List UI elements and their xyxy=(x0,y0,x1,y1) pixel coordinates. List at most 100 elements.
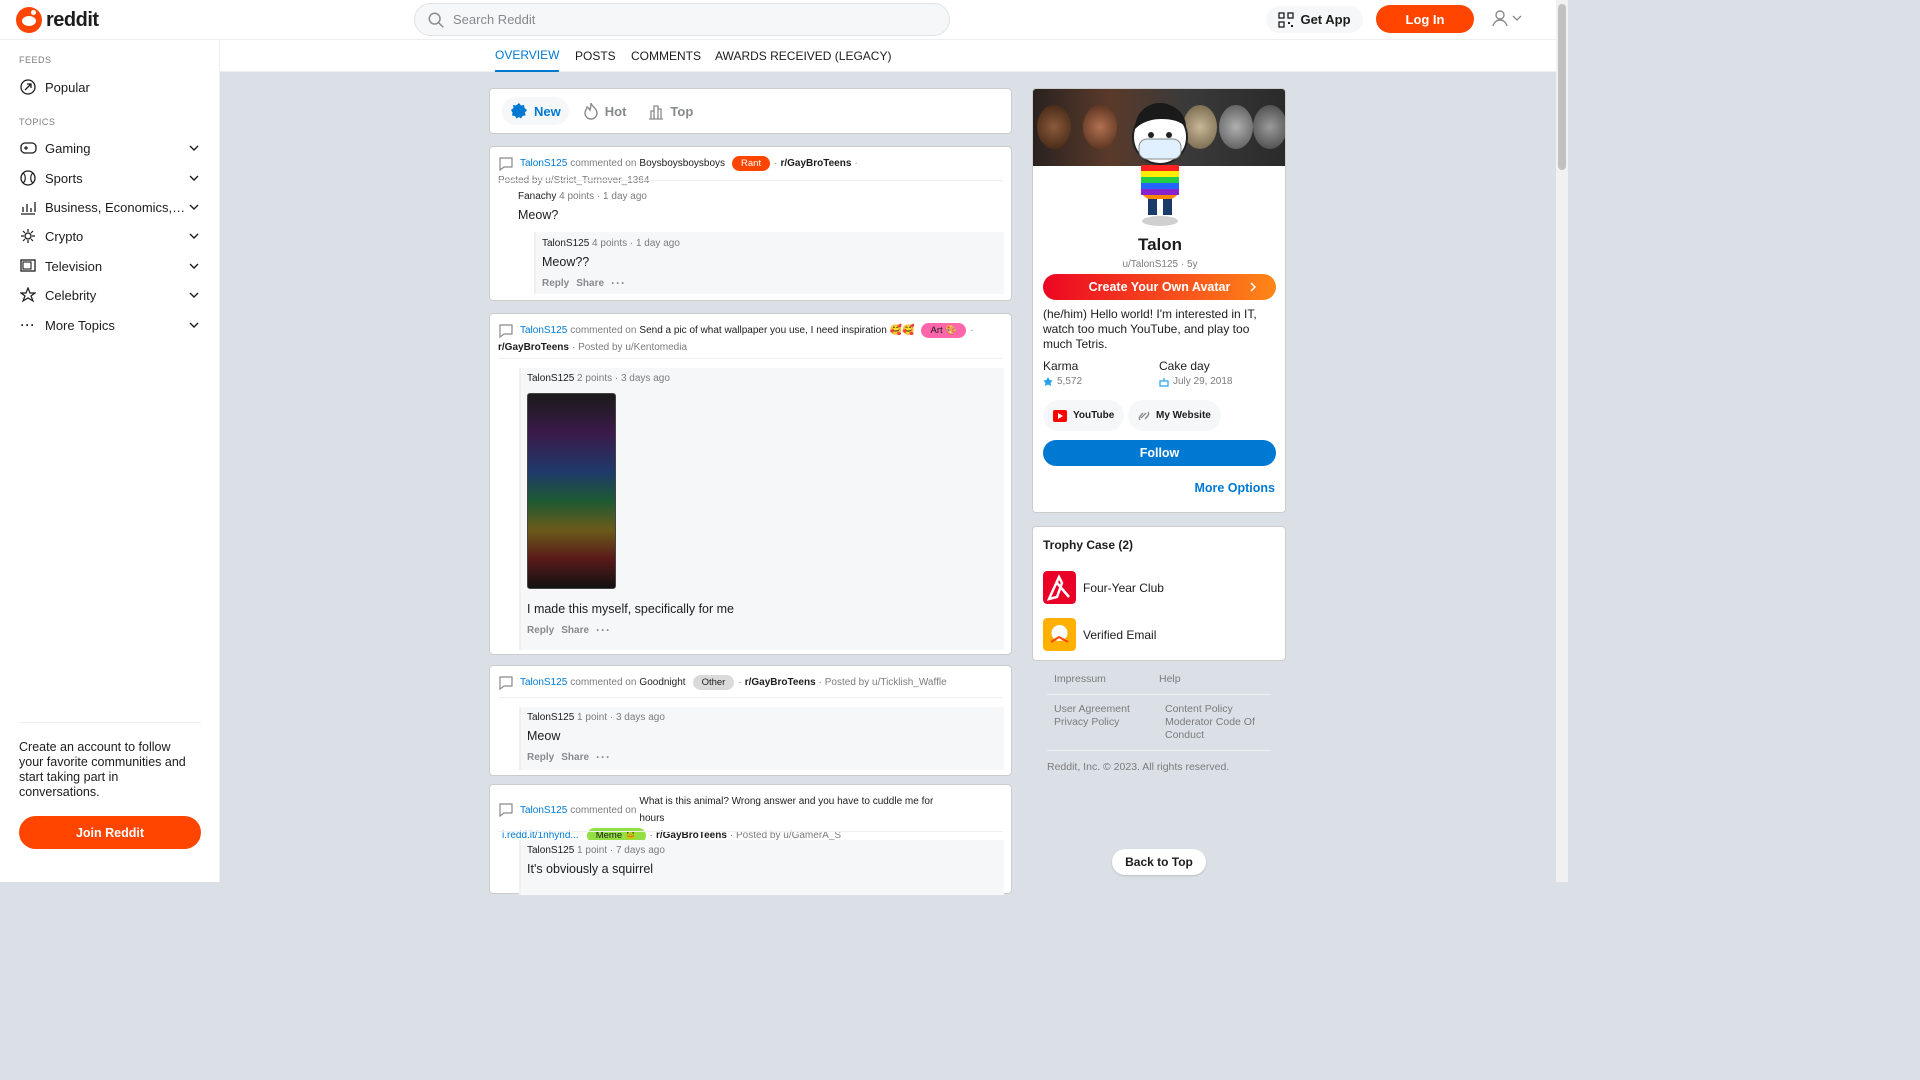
chevron-down-icon xyxy=(189,292,199,298)
card-header: TalonS125 commented on Goodnight Other ·… xyxy=(498,674,1003,691)
comment-card[interactable]: TalonS125 commented on Goodnight Other ·… xyxy=(489,665,1012,776)
youtube-link-button[interactable]: YouTube xyxy=(1043,400,1125,431)
trophy-item[interactable]: Four-Year Club xyxy=(1043,571,1164,604)
share-button[interactable]: Share xyxy=(561,752,589,763)
post-title-link[interactable]: Send a pic of what wallpaper you use, I … xyxy=(639,322,914,339)
sidebar-item-television[interactable]: Television xyxy=(19,254,201,278)
comment-author[interactable]: Fanachy xyxy=(518,191,556,202)
more-options-link[interactable]: More Options xyxy=(1194,481,1275,495)
page-scrollbar[interactable] xyxy=(1556,0,1568,882)
more-options-icon[interactable]: ··· xyxy=(611,276,626,290)
sort-new-label: New xyxy=(534,103,561,119)
reply-button[interactable]: Reply xyxy=(527,625,554,636)
coin-graphic xyxy=(1083,105,1117,149)
login-button[interactable]: Log In xyxy=(1376,5,1474,33)
cake-icon xyxy=(1159,377,1169,387)
flair-badge: Art 🎨 xyxy=(921,323,967,338)
comment-card[interactable]: TalonS125 commented on Send a pic of wha… xyxy=(489,313,1012,655)
more-options-icon[interactable]: ··· xyxy=(596,623,611,637)
community-link[interactable]: r/GayBroTeens xyxy=(780,155,851,172)
copyright-text: Reddit, Inc. © 2023. All rights reserved… xyxy=(1047,761,1230,773)
chevron-down-icon xyxy=(189,175,199,181)
card-divider xyxy=(498,180,1003,181)
share-button[interactable]: Share xyxy=(561,625,589,636)
comment-author[interactable]: TalonS125 xyxy=(527,845,574,856)
tab-overview[interactable]: OVERVIEW xyxy=(495,40,560,72)
search-input[interactable] xyxy=(453,12,913,27)
user-menu[interactable] xyxy=(1490,8,1522,28)
help-link[interactable]: Help xyxy=(1159,673,1264,686)
sort-new-button[interactable]: New xyxy=(502,97,569,125)
tab-posts[interactable]: POSTS xyxy=(575,40,616,72)
content-policy-link[interactable]: Content Policy xyxy=(1165,703,1276,716)
qr-code-icon xyxy=(1278,11,1295,28)
moderator-code-link[interactable]: Moderator Code Of Conduct xyxy=(1165,716,1276,742)
username-link[interactable]: TalonS125 xyxy=(520,322,567,339)
scrollbar-thumb[interactable] xyxy=(1558,4,1566,170)
more-options-icon[interactable]: ··· xyxy=(596,750,611,764)
sidebar-item-crypto[interactable]: Crypto xyxy=(19,224,201,248)
post-title-link[interactable]: What is this animal? Wrong answer and yo… xyxy=(639,793,939,827)
card-header: TalonS125 commented on Send a pic of wha… xyxy=(498,322,1003,356)
user-agreement-link[interactable]: User Agreement xyxy=(1054,703,1165,716)
comment-meta: 1 point · 3 days ago xyxy=(577,712,665,723)
posted-by-text[interactable]: Posted by u/Kentomedia xyxy=(578,339,687,356)
create-avatar-button[interactable]: Create Your Own Avatar xyxy=(1043,274,1276,300)
website-link-button[interactable]: My Website xyxy=(1128,400,1221,431)
profile-bio: (he/him) Hello world! I'm interested in … xyxy=(1043,307,1257,351)
ball-icon xyxy=(19,169,37,187)
reply-button[interactable]: Reply xyxy=(527,752,554,763)
comment-author[interactable]: TalonS125 xyxy=(527,712,574,723)
chevron-down-icon xyxy=(189,204,199,210)
wallpaper-image[interactable] xyxy=(527,393,616,589)
profile-avatar[interactable] xyxy=(1117,99,1203,227)
sidebar-item-popular[interactable]: Popular xyxy=(19,75,201,99)
trophy-item[interactable]: Verified Email xyxy=(1043,618,1156,651)
community-link[interactable]: r/GayBroTeens xyxy=(498,339,569,356)
create-avatar-label: Create Your Own Avatar xyxy=(1088,280,1231,294)
link-icon xyxy=(1138,411,1150,420)
join-reddit-button[interactable]: Join Reddit xyxy=(19,816,201,849)
post-title-link[interactable]: Goodnight xyxy=(639,674,685,691)
verified-email-icon xyxy=(1043,618,1076,651)
username-link[interactable]: TalonS125 xyxy=(520,674,567,691)
top-chart-icon xyxy=(649,105,664,120)
comment-card[interactable]: TalonS125 commented on Boysboysboysboys … xyxy=(489,146,1012,301)
posted-by-text[interactable]: Posted by u/Ticklish_Waffle xyxy=(825,674,947,691)
impressum-link[interactable]: Impressum xyxy=(1054,673,1159,686)
sort-top-button[interactable]: Top xyxy=(640,97,701,125)
signup-prompt: Create an account to follow your favorit… xyxy=(19,740,186,799)
sort-hot-button[interactable]: Hot xyxy=(575,97,635,125)
coin-graphic xyxy=(1037,105,1071,149)
sidebar-item-celebrity[interactable]: Celebrity xyxy=(19,283,201,307)
sidebar-item-sports[interactable]: Sports xyxy=(19,166,201,190)
community-link[interactable]: r/GayBroTeens xyxy=(745,674,816,691)
post-title-link[interactable]: Boysboysboysboys xyxy=(639,155,725,172)
comment-author[interactable]: TalonS125 xyxy=(527,373,574,384)
left-sidebar: FEEDS Popular TOPICS Gaming Sports Busin… xyxy=(0,40,220,882)
sidebar-item-more-topics[interactable]: ··· More Topics xyxy=(19,313,201,337)
username-link[interactable]: TalonS125 xyxy=(520,802,567,819)
comment-card[interactable]: TalonS125 commented on What is this anim… xyxy=(489,784,1012,895)
reddit-logo[interactable]: reddit xyxy=(16,7,99,33)
sidebar-item-gaming[interactable]: Gaming xyxy=(19,136,201,160)
privacy-policy-link[interactable]: Privacy Policy xyxy=(1054,716,1165,729)
share-button[interactable]: Share xyxy=(576,278,604,289)
reply-button[interactable]: Reply xyxy=(542,278,569,289)
username-link[interactable]: TalonS125 xyxy=(520,155,567,172)
comment-author[interactable]: TalonS125 xyxy=(542,238,589,249)
back-to-top-button[interactable]: Back to Top xyxy=(1112,849,1206,875)
tab-awards[interactable]: AWARDS RECEIVED (LEGACY) xyxy=(715,40,891,72)
new-badge-icon xyxy=(511,103,527,119)
chevron-down-icon xyxy=(189,145,199,151)
get-app-button[interactable]: Get App xyxy=(1266,6,1363,33)
user-reply: TalonS125 1 point · 7 days ago It's obvi… xyxy=(519,840,1004,895)
gamepad-icon xyxy=(19,139,37,157)
comment-bubble-icon xyxy=(499,323,513,338)
card-header: TalonS125 commented on What is this anim… xyxy=(498,793,1003,844)
search-bar[interactable] xyxy=(414,3,950,36)
profile-handle: u/TalonS125 · 5y xyxy=(1122,259,1198,270)
sidebar-item-business[interactable]: Business, Economics, and Finance xyxy=(19,195,201,219)
tab-comments[interactable]: COMMENTS xyxy=(631,40,701,72)
follow-button[interactable]: Follow xyxy=(1043,440,1276,466)
